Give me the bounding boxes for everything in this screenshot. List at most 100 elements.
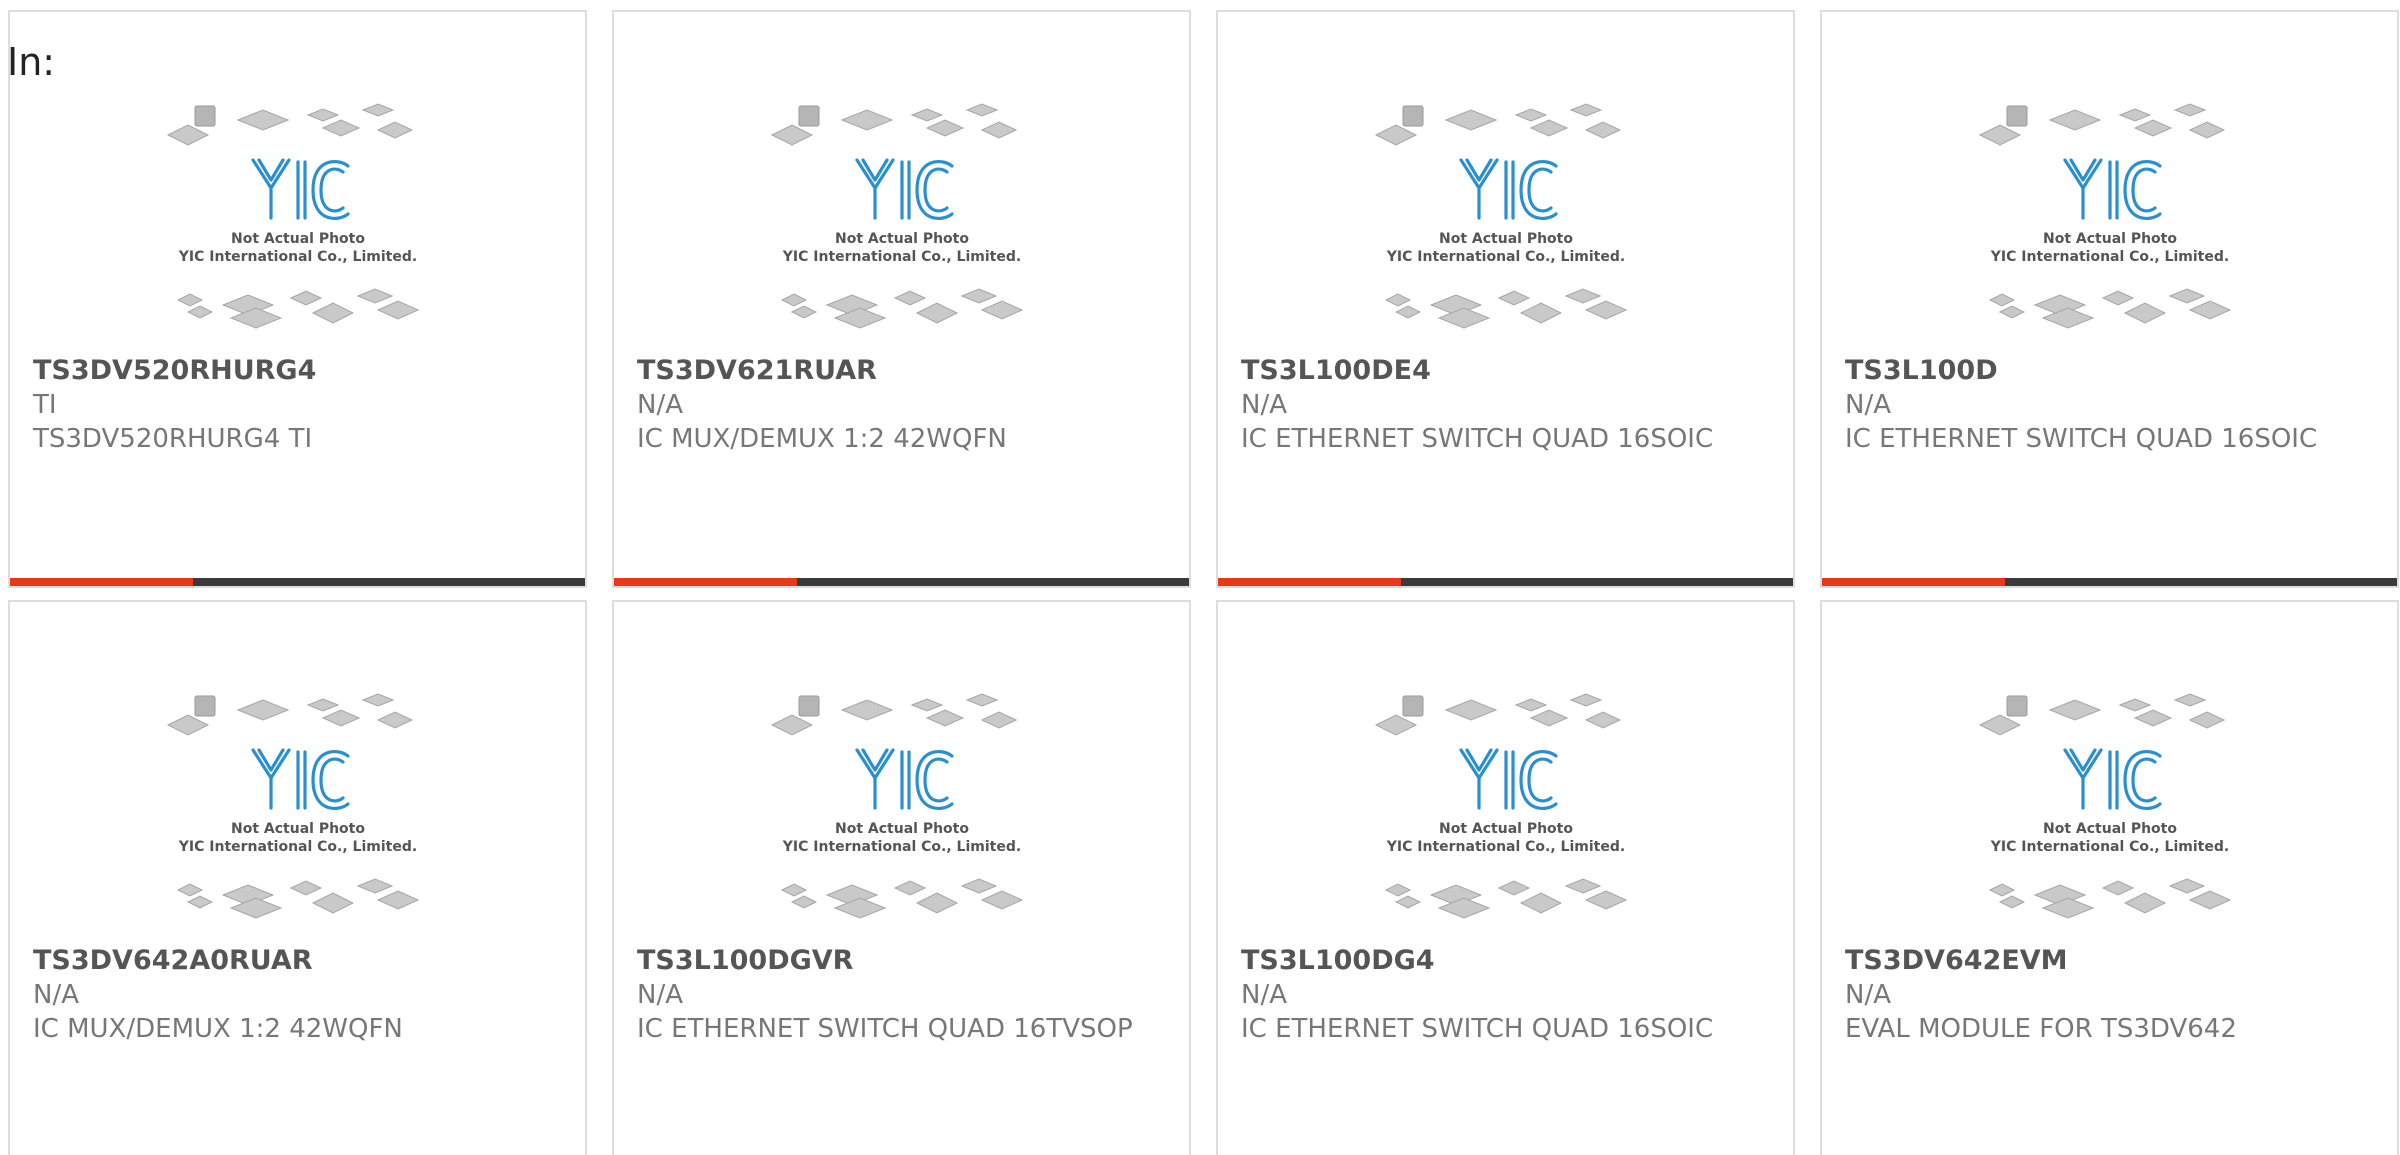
photo-caption-line1: Not Actual Photo (2043, 231, 2177, 247)
description: IC MUX/DEMUX 1:2 42WQFN (637, 424, 1007, 454)
placeholder-photo-graphic: Not Actual Photo YIC International Co., … (166, 103, 419, 329)
photo-caption-line2: YIC International Co., Limited. (1989, 839, 2228, 855)
part-number[interactable]: TS3L100D (1845, 354, 2377, 388)
product-photo[interactable]: Not Actual Photo YIC International Co., … (1822, 690, 2397, 940)
placeholder-photo-graphic: Not Actual Photo YIC International Co., … (1978, 693, 2231, 919)
product-card[interactable]: Not Actual Photo YIC International Co., … (1820, 10, 2399, 588)
chip-cluster-top-icon (770, 693, 1017, 736)
product-photo[interactable]: Not Actual Photo YIC International Co., … (10, 100, 585, 350)
description: IC ETHERNET SWITCH QUAD 16SOIC (1845, 424, 2318, 454)
yic-logo-icon (1458, 158, 1558, 221)
manufacturer: N/A (1845, 390, 1891, 420)
yic-logo-icon (2062, 158, 2162, 221)
part-number[interactable]: TS3DV642A0RUAR (33, 944, 565, 978)
card-bar (1218, 578, 1793, 586)
chip-cluster-top-icon (1374, 103, 1621, 146)
part-number[interactable]: TS3L100DG4 (1241, 944, 1773, 978)
product-card[interactable]: Not Actual Photo YIC International Co., … (8, 600, 587, 1155)
photo-caption-line1: Not Actual Photo (231, 821, 365, 837)
product-card[interactable]: Not Actual Photo YIC International Co., … (8, 10, 587, 588)
manufacturer: N/A (33, 980, 79, 1010)
manufacturer: N/A (1845, 980, 1891, 1010)
chip-cluster-bottom-icon (1988, 288, 2231, 329)
product-photo[interactable]: Not Actual Photo YIC International Co., … (1822, 100, 2397, 350)
chip-cluster-bottom-icon (780, 878, 1023, 919)
chip-cluster-top-icon (166, 693, 413, 736)
chip-cluster-bottom-icon (1988, 878, 2231, 919)
chip-cluster-bottom-icon (780, 288, 1023, 329)
photo-caption-line2: YIC International Co., Limited. (1385, 839, 1624, 855)
description: IC ETHERNET SWITCH QUAD 16SOIC (1241, 1014, 1714, 1044)
placeholder-photo-graphic: Not Actual Photo YIC International Co., … (770, 693, 1023, 919)
product-card[interactable]: Not Actual Photo YIC International Co., … (1820, 600, 2399, 1155)
product-meta: TS3L100DGVR N/A IC ETHERNET SWITCH QUAD … (637, 944, 1169, 1046)
photo-caption-line1: Not Actual Photo (1439, 231, 1573, 247)
yic-logo-icon (854, 748, 954, 811)
product-card[interactable]: Not Actual Photo YIC International Co., … (612, 10, 1191, 588)
photo-caption-line1: Not Actual Photo (1439, 821, 1573, 837)
product-card[interactable]: Not Actual Photo YIC International Co., … (612, 600, 1191, 1155)
yic-logo-icon (250, 748, 350, 811)
product-card[interactable]: Not Actual Photo YIC International Co., … (1216, 600, 1795, 1155)
photo-caption-line2: YIC International Co., Limited. (177, 839, 416, 855)
product-meta: TS3DV642A0RUAR N/A IC MUX/DEMUX 1:2 42WQ… (33, 944, 565, 1046)
placeholder-photo-graphic: Not Actual Photo YIC International Co., … (1374, 103, 1627, 329)
chip-cluster-bottom-icon (176, 878, 419, 919)
chip-cluster-top-icon (1978, 103, 2225, 146)
description: IC MUX/DEMUX 1:2 42WQFN (33, 1014, 403, 1044)
photo-caption-line2: YIC International Co., Limited. (1385, 249, 1624, 265)
manufacturer: N/A (637, 980, 683, 1010)
card-bar-accent (1822, 578, 2005, 586)
yic-logo-icon (1458, 748, 1558, 811)
photo-caption-line2: YIC International Co., Limited. (781, 249, 1020, 265)
chip-cluster-bottom-icon (1384, 878, 1627, 919)
card-bar (1822, 578, 2397, 586)
product-photo[interactable]: Not Actual Photo YIC International Co., … (1218, 100, 1793, 350)
in-label: In: (7, 40, 56, 84)
chip-cluster-bottom-icon (1384, 288, 1627, 329)
part-number[interactable]: TS3DV621RUAR (637, 354, 1169, 388)
product-photo[interactable]: Not Actual Photo YIC International Co., … (614, 690, 1189, 940)
placeholder-photo-graphic: Not Actual Photo YIC International Co., … (1978, 103, 2231, 329)
description: IC ETHERNET SWITCH QUAD 16SOIC (1241, 424, 1714, 454)
yic-logo-icon (2062, 748, 2162, 811)
card-bar-accent (614, 578, 797, 586)
product-photo[interactable]: Not Actual Photo YIC International Co., … (1218, 690, 1793, 940)
product-meta: TS3DV520RHURG4 TI TS3DV520RHURG4 TI (33, 354, 565, 456)
product-meta: TS3L100D N/A IC ETHERNET SWITCH QUAD 16S… (1845, 354, 2377, 456)
chip-cluster-bottom-icon (176, 288, 419, 329)
part-number[interactable]: TS3DV642EVM (1845, 944, 2377, 978)
photo-caption-line1: Not Actual Photo (231, 231, 365, 247)
chip-cluster-top-icon (770, 103, 1017, 146)
card-bar-accent (10, 578, 193, 586)
product-card[interactable]: Not Actual Photo YIC International Co., … (1216, 10, 1795, 588)
photo-caption-line1: Not Actual Photo (835, 821, 969, 837)
card-bar (614, 578, 1189, 586)
product-meta: TS3L100DG4 N/A IC ETHERNET SWITCH QUAD 1… (1241, 944, 1773, 1046)
photo-caption-line1: Not Actual Photo (835, 231, 969, 247)
product-photo[interactable]: Not Actual Photo YIC International Co., … (614, 100, 1189, 350)
photo-caption-line2: YIC International Co., Limited. (781, 839, 1020, 855)
manufacturer: N/A (637, 390, 683, 420)
part-number[interactable]: TS3DV520RHURG4 (33, 354, 565, 388)
yic-logo-icon (250, 158, 350, 221)
manufacturer: N/A (1241, 980, 1287, 1010)
card-bar-accent (1218, 578, 1401, 586)
product-grid: Not Actual Photo YIC International Co., … (8, 10, 2399, 1155)
placeholder-photo-graphic: Not Actual Photo YIC International Co., … (1374, 693, 1627, 919)
part-number[interactable]: TS3L100DE4 (1241, 354, 1773, 388)
chip-cluster-top-icon (166, 103, 413, 146)
product-meta: TS3L100DE4 N/A IC ETHERNET SWITCH QUAD 1… (1241, 354, 1773, 456)
manufacturer: N/A (1241, 390, 1287, 420)
chip-cluster-top-icon (1374, 693, 1621, 736)
photo-caption-line2: YIC International Co., Limited. (1989, 249, 2228, 265)
placeholder-photo-graphic: Not Actual Photo YIC International Co., … (770, 103, 1023, 329)
manufacturer: TI (33, 390, 57, 420)
photo-caption-line1: Not Actual Photo (2043, 821, 2177, 837)
chip-cluster-top-icon (1978, 693, 2225, 736)
card-bar (10, 578, 585, 586)
description: TS3DV520RHURG4 TI (33, 424, 313, 454)
product-photo[interactable]: Not Actual Photo YIC International Co., … (10, 690, 585, 940)
part-number[interactable]: TS3L100DGVR (637, 944, 1169, 978)
page: In: Not Actual Photo YIC International C… (0, 0, 2400, 1155)
